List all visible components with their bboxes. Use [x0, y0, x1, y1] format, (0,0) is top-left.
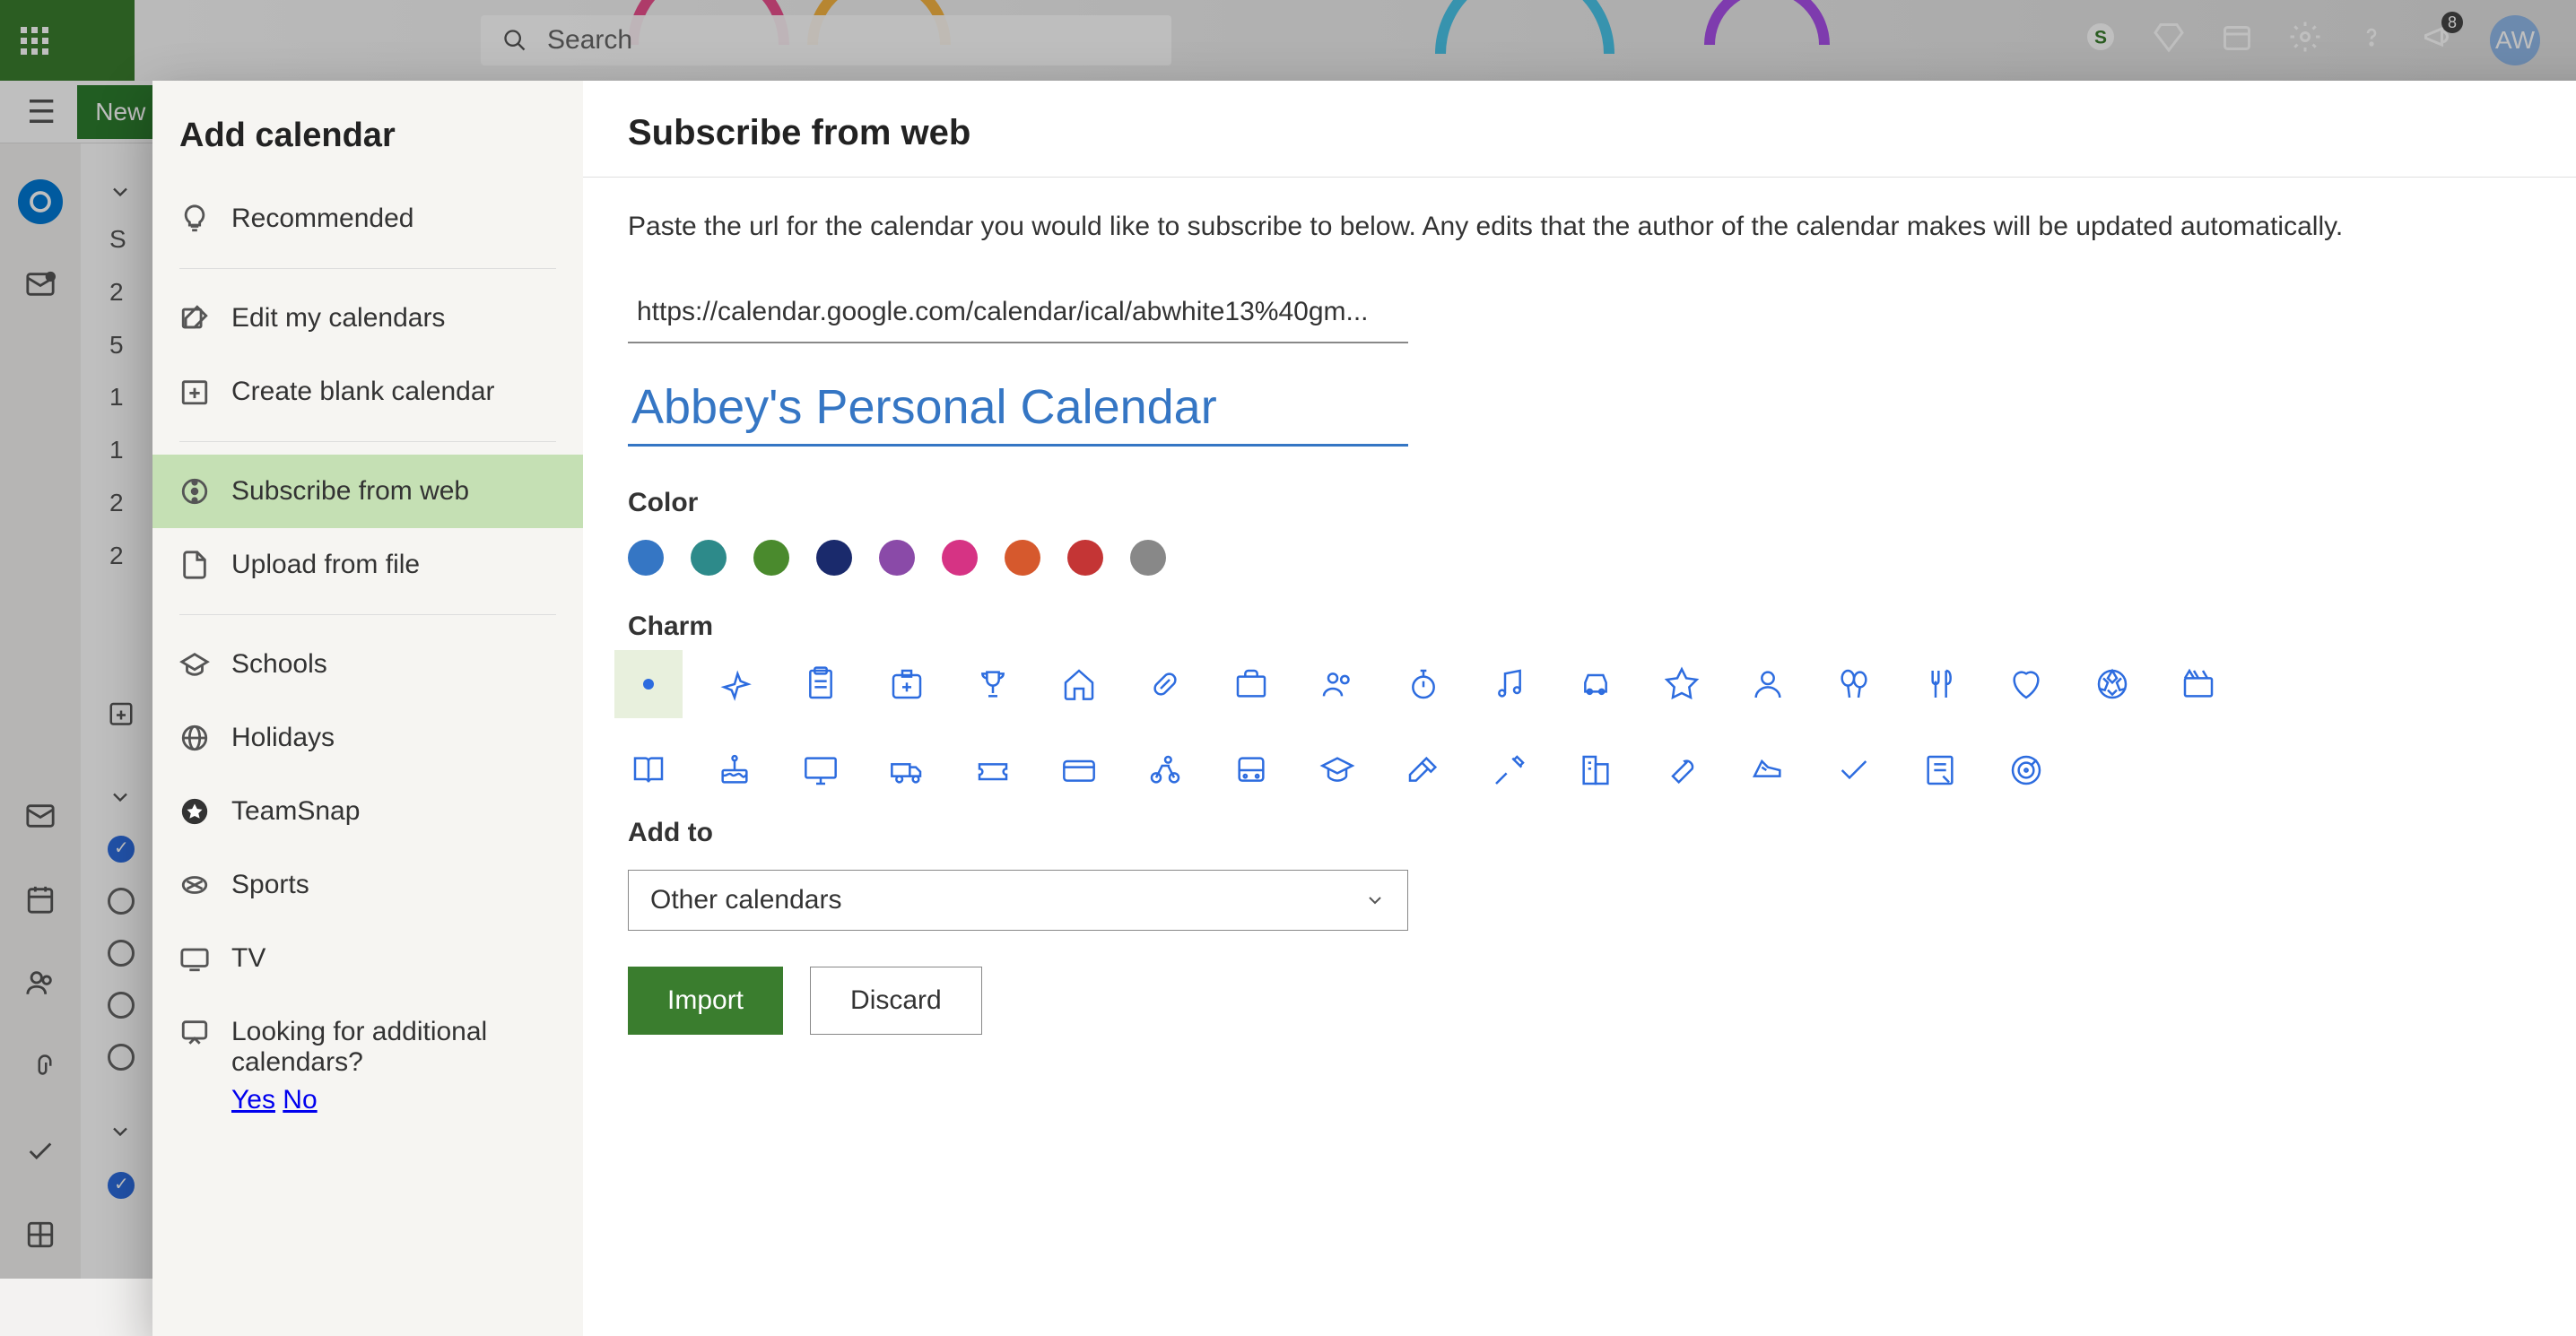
charm-card[interactable] [1058, 750, 1100, 791]
charm-building[interactable] [1575, 750, 1616, 791]
charm-briefcase[interactable] [1231, 664, 1272, 705]
modal-description: Paste the url for the calendar you would… [628, 206, 2576, 247]
modal-main-title: Subscribe from web [628, 113, 2576, 153]
charm-wrench[interactable] [1661, 750, 1702, 791]
modal-sidebar: Add calendar Recommended Edit my calenda… [152, 81, 583, 1336]
color-swatch[interactable] [816, 540, 852, 576]
web-icon [179, 476, 210, 507]
sidebar-item-holidays[interactable]: Holidays [152, 701, 583, 775]
charm-plane[interactable] [714, 664, 755, 705]
tv-icon [179, 943, 210, 974]
feedback-yes[interactable]: Yes [231, 1085, 275, 1115]
sidebar-item-sports[interactable]: Sports [152, 848, 583, 922]
sidebar-item-schools[interactable]: Schools [152, 628, 583, 701]
charm-music[interactable] [1489, 664, 1530, 705]
sidebar-item-subscribe[interactable]: Subscribe from web [152, 455, 583, 528]
sidebar-feedback: Looking for additional calendars? Yes No [152, 995, 583, 1137]
sidebar-item-recommended[interactable]: Recommended [152, 182, 583, 256]
charm-star[interactable] [1661, 664, 1702, 705]
charm-person[interactable] [1747, 664, 1788, 705]
modal-main: Subscribe from web Paste the url for the… [583, 81, 2576, 1336]
add-calendar-modal: Add calendar Recommended Edit my calenda… [152, 81, 2576, 1336]
edit-icon [179, 303, 210, 334]
charm-movie[interactable] [2178, 664, 2219, 705]
color-swatch[interactable] [1005, 540, 1040, 576]
charm-dot[interactable] [614, 650, 683, 718]
color-swatch[interactable] [753, 540, 789, 576]
sidebar-item-blank[interactable]: Create blank calendar [152, 355, 583, 429]
plus-square-icon [179, 377, 210, 407]
sidebar-item-teamsnap[interactable]: TeamSnap [152, 775, 583, 848]
charm-target[interactable] [2006, 750, 2047, 791]
discard-button[interactable]: Discard [810, 967, 982, 1035]
charm-truck[interactable] [886, 750, 927, 791]
button-row: Import Discard [628, 967, 2576, 1035]
addto-dropdown[interactable]: Other calendars [628, 870, 1408, 931]
charm-bike[interactable] [1144, 750, 1186, 791]
color-swatch[interactable] [942, 540, 978, 576]
charm-soccer[interactable] [2092, 664, 2133, 705]
color-swatch[interactable] [691, 540, 727, 576]
calendar-name-input[interactable] [628, 370, 1408, 447]
sidebar-item-upload[interactable]: Upload from file [152, 528, 583, 602]
charm-note[interactable] [1919, 750, 1961, 791]
charm-trophy[interactable] [972, 664, 1014, 705]
color-swatch[interactable] [879, 540, 915, 576]
color-swatch[interactable] [1067, 540, 1103, 576]
charm-bus[interactable] [1231, 750, 1272, 791]
charm-grid [628, 664, 2242, 791]
color-swatches [628, 540, 2576, 576]
charm-check[interactable] [1833, 750, 1875, 791]
chevron-down-icon [1364, 889, 1386, 911]
sidebar-item-tv[interactable]: TV [152, 922, 583, 995]
school-icon [179, 649, 210, 680]
feedback-icon [179, 1017, 210, 1047]
charm-medical[interactable] [886, 664, 927, 705]
charm-stopwatch[interactable] [1403, 664, 1444, 705]
charm-clipboard[interactable] [800, 664, 841, 705]
charm-people[interactable] [1317, 664, 1358, 705]
charm-grad[interactable] [1317, 750, 1358, 791]
color-swatch[interactable] [1130, 540, 1166, 576]
globe-icon [179, 723, 210, 753]
feedback-no[interactable]: No [283, 1085, 317, 1115]
charm-tools[interactable] [1489, 750, 1530, 791]
charm-cake[interactable] [714, 750, 755, 791]
color-swatch[interactable] [628, 540, 664, 576]
lightbulb-icon [179, 204, 210, 234]
charm-home[interactable] [1058, 664, 1100, 705]
addto-label: Add to [628, 818, 2576, 848]
charm-fork[interactable] [1919, 664, 1961, 705]
charm-balloons[interactable] [1833, 664, 1875, 705]
sports-icon [179, 870, 210, 900]
charm-label: Charm [628, 612, 2576, 642]
charm-hammer[interactable] [1403, 750, 1444, 791]
url-input[interactable] [628, 282, 1408, 343]
teamsnap-icon [179, 796, 210, 827]
charm-car[interactable] [1575, 664, 1616, 705]
charm-heart[interactable] [2006, 664, 2047, 705]
charm-book[interactable] [628, 750, 669, 791]
modal-sidebar-title: Add calendar [152, 108, 583, 182]
charm-monitor[interactable] [800, 750, 841, 791]
charm-shoe[interactable] [1747, 750, 1788, 791]
import-button[interactable]: Import [628, 967, 783, 1035]
sidebar-item-edit[interactable]: Edit my calendars [152, 282, 583, 355]
charm-pill[interactable] [1144, 664, 1186, 705]
charm-ticket[interactable] [972, 750, 1014, 791]
file-icon [179, 550, 210, 580]
color-label: Color [628, 488, 2576, 518]
